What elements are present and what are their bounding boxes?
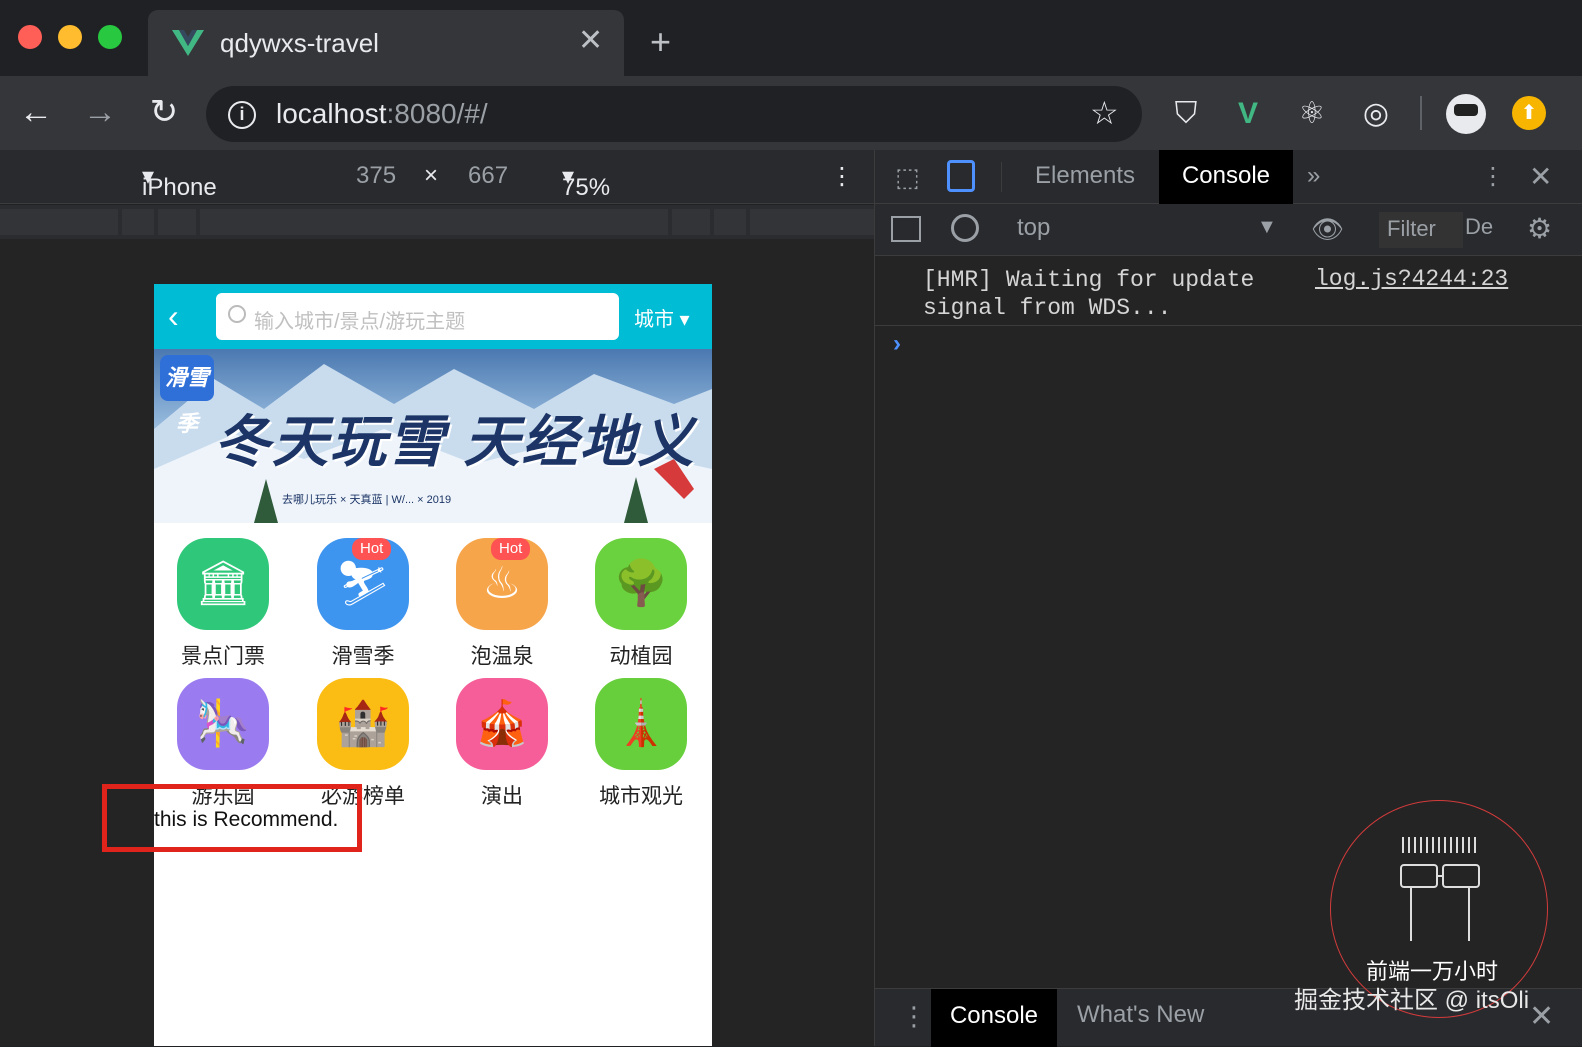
category-label: 泡温泉 <box>470 645 534 668</box>
drawer-tab-console[interactable]: Console <box>931 989 1057 1047</box>
device-toolbar: iPhone 6/7/8 ▾ 375 × 667 75% ▾ ⋮ <box>0 150 874 229</box>
console-message-text: [HMR] Waiting for update signal from WDS… <box>923 267 1255 321</box>
drawer-menu-icon[interactable]: ⋮ <box>901 1001 927 1032</box>
browser-titlebar: qdywxs-travel ✕ + <box>0 0 1582 76</box>
console-message: [HMR] Waiting for update signal from WDS… <box>875 256 1582 326</box>
category-label: 城市观光 <box>599 785 683 808</box>
back-arrow-icon[interactable]: ‹ <box>168 298 179 334</box>
viewport-width-input[interactable]: 375 <box>356 162 396 190</box>
category-label: 演出 <box>481 785 523 808</box>
viewport-height-input[interactable]: 667 <box>468 162 508 190</box>
device-select[interactable]: iPhone 6/7/8 ▾ <box>142 162 217 229</box>
update-icon[interactable]: ⬆ <box>1512 96 1546 130</box>
devtools-tabbar: ⬚ Elements Console » ⋮ ✕ <box>875 150 1582 204</box>
toolbar-divider <box>1420 96 1422 130</box>
media-query-bar[interactable] <box>0 205 874 239</box>
category-icon: 🎠 <box>177 678 269 770</box>
category-icon: 🏰 <box>317 678 409 770</box>
close-window-button[interactable] <box>18 25 42 49</box>
device-toggle-icon[interactable] <box>947 160 975 192</box>
dimension-separator: × <box>424 162 439 189</box>
new-tab-button[interactable]: + <box>650 22 671 62</box>
category-icon: 🗼 <box>595 678 687 770</box>
search-input[interactable]: 输入城市/景点/游玩主题 <box>216 293 619 340</box>
banner-sponsors: 去哪儿玩乐 × 天真蓝 | W/... × 2019 <box>282 494 452 506</box>
react-devtools-icon[interactable]: ⚛ <box>1292 94 1332 134</box>
phone-screen: ‹ 输入城市/景点/游玩主题 城市 ▾ 滑雪季 冬天玩雪 天经地义 去哪儿玩乐 … <box>154 284 712 1046</box>
app-header: ‹ 输入城市/景点/游玩主题 城市 ▾ <box>154 284 712 349</box>
category-item[interactable]: 🏛 景点门票 <box>154 538 292 678</box>
category-item[interactable]: ⛷ Hot 滑雪季 <box>294 538 432 678</box>
watermark-credit: 掘金技术社区 @ itsOli <box>1294 987 1530 1014</box>
category-label: 景点门票 <box>181 645 265 668</box>
back-icon[interactable]: ← <box>14 90 58 134</box>
category-icon: 🏛 <box>177 538 269 630</box>
vue-devtools-icon[interactable]: V <box>1228 94 1268 134</box>
device-toolbar-menu-icon[interactable]: ⋮ <box>830 162 854 191</box>
category-item[interactable]: 🗼 城市观光 <box>572 678 710 818</box>
devtools-menu-icon[interactable]: ⋮ <box>1481 162 1505 191</box>
vue-favicon-icon <box>172 30 204 56</box>
address-bar[interactable]: i localhost:8080/#/ ☆ <box>206 86 1142 142</box>
category-item[interactable]: ♨ Hot 泡温泉 <box>433 538 571 678</box>
sidebar-toggle-icon[interactable] <box>891 216 921 242</box>
search-placeholder: 输入城市/景点/游玩主题 <box>254 311 466 333</box>
minimize-window-button[interactable] <box>58 25 82 49</box>
context-dropdown-icon[interactable]: ▼ <box>1257 216 1277 239</box>
category-label: 滑雪季 <box>331 645 395 668</box>
reload-icon[interactable]: ↻ <box>142 90 186 134</box>
swiper-banner[interactable]: 滑雪季 冬天玩雪 天经地义 去哪儿玩乐 × 天真蓝 | W/... × 2019 <box>154 349 712 523</box>
tab-console[interactable]: Console <box>1159 150 1293 204</box>
category-label: 动植园 <box>609 645 673 668</box>
highlight-annotation-box <box>102 784 362 852</box>
category-icon: 🌳 <box>595 538 687 630</box>
city-button[interactable]: 城市 ▾ <box>634 303 690 332</box>
console-message-source-link[interactable]: log.js?4244:23 <box>1315 266 1508 292</box>
extension-target-icon[interactable]: ◎ <box>1356 94 1396 134</box>
category-item[interactable]: 🌳 动植园 <box>572 538 710 678</box>
hot-badge: Hot <box>352 538 392 560</box>
clear-console-icon[interactable] <box>951 214 979 242</box>
search-icon <box>228 305 246 323</box>
forward-icon[interactable]: → <box>78 90 122 134</box>
extension-shield-icon[interactable]: ⛉ <box>1166 94 1206 134</box>
live-expression-eye-icon[interactable]: 👁 <box>1311 214 1344 245</box>
browser-tab[interactable]: qdywxs-travel ✕ <box>148 10 624 76</box>
avatar[interactable] <box>1446 94 1486 134</box>
inspect-element-icon[interactable]: ⬚ <box>895 162 920 193</box>
site-info-icon[interactable]: i <box>228 101 256 129</box>
tab-elements[interactable]: Elements <box>1035 162 1135 190</box>
category-icon: 🎪 <box>456 678 548 770</box>
maximize-window-button[interactable] <box>98 25 122 49</box>
zoom-select[interactable]: 75% ▾ <box>562 162 610 201</box>
tab-title: qdywxs-travel <box>220 28 379 58</box>
devtools-close-icon[interactable]: ✕ <box>1529 160 1552 193</box>
bookmark-star-icon[interactable]: ☆ <box>1090 94 1119 132</box>
console-toolbar: top ▼ 👁 Filter De ⚙ <box>875 204 1582 256</box>
url-text[interactable]: localhost:8080/#/ <box>276 98 488 130</box>
hot-badge: Hot <box>491 538 531 560</box>
context-select[interactable]: top <box>1017 214 1050 242</box>
drawer-tab-whats-new[interactable]: What's New <box>1077 1001 1204 1029</box>
more-tabs-button[interactable]: » <box>1307 162 1320 190</box>
ski-season-badge: 滑雪季 <box>160 355 214 436</box>
banner-headline: 冬天玩雪 天经地义 <box>214 410 696 473</box>
tab-close-icon[interactable]: ✕ <box>578 24 603 58</box>
console-settings-gear-icon[interactable]: ⚙ <box>1527 212 1552 245</box>
category-item[interactable]: 🎪 演出 <box>433 678 571 818</box>
console-prompt-icon[interactable]: › <box>893 330 901 358</box>
browser-navbar: ← → ↻ i localhost:8080/#/ ☆ ⛉ V ⚛ ◎ ⬆ <box>0 76 1582 150</box>
log-levels-select[interactable]: De <box>1465 214 1493 240</box>
filter-input[interactable]: Filter <box>1379 212 1463 248</box>
